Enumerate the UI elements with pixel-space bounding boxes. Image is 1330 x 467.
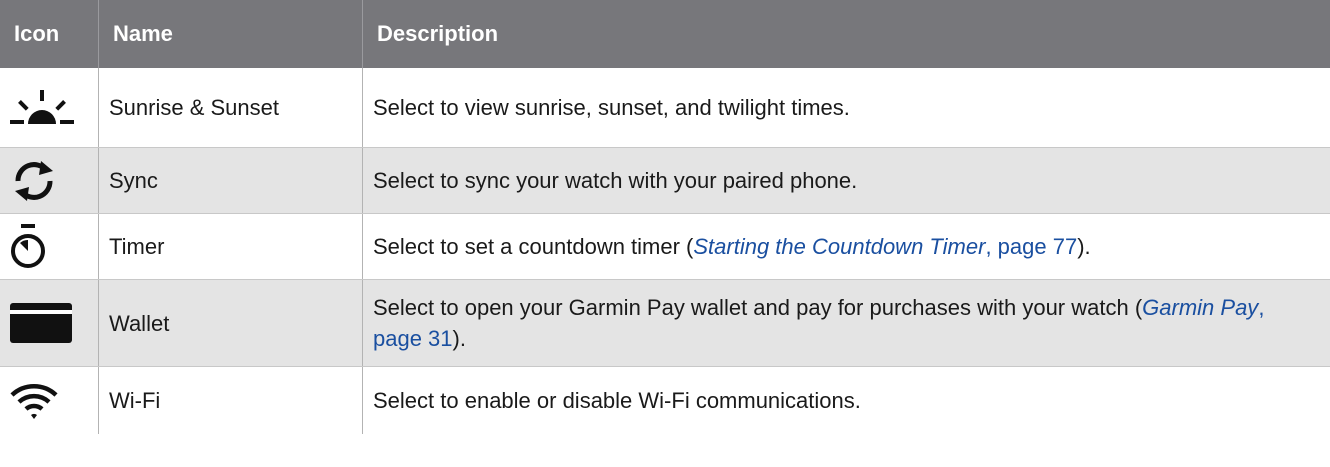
row-description: Select to sync your watch with your pair…	[362, 148, 1330, 213]
table-row: Sync Select to sync your watch with your…	[0, 148, 1330, 214]
row-name: Timer	[98, 214, 362, 279]
timer-icon	[10, 223, 46, 270]
timer-page-link[interactable]: Starting the Countdown Timer, page 77	[693, 234, 1077, 259]
row-description: Select to open your Garmin Pay wallet an…	[362, 280, 1330, 366]
sync-icon	[10, 157, 58, 205]
header-name: Name	[98, 0, 362, 68]
table-row: Wi-Fi Select to enable or disable Wi-Fi …	[0, 367, 1330, 434]
row-description: Select to enable or disable Wi-Fi commun…	[362, 367, 1330, 434]
table-header: Icon Name Description	[0, 0, 1330, 68]
table-row: Sunrise & Sunset Select to view sunrise,…	[0, 68, 1330, 148]
row-name: Sync	[98, 148, 362, 213]
row-description: Select to view sunrise, sunset, and twil…	[362, 68, 1330, 147]
sunrise-sunset-icon	[10, 89, 74, 126]
row-name: Wallet	[98, 280, 362, 366]
row-description: Select to set a countdown timer (Startin…	[362, 214, 1330, 279]
row-name: Sunrise & Sunset	[98, 68, 362, 147]
row-name: Wi-Fi	[98, 367, 362, 434]
wallet-icon	[10, 303, 72, 343]
table-row: Timer Select to set a countdown timer (S…	[0, 214, 1330, 280]
header-description: Description	[362, 0, 1330, 68]
wifi-icon	[10, 381, 58, 421]
icon-table: Icon Name Description Sunrise & Sunset S…	[0, 0, 1330, 434]
header-icon: Icon	[14, 21, 60, 46]
table-row: Wallet Select to open your Garmin Pay wa…	[0, 280, 1330, 367]
